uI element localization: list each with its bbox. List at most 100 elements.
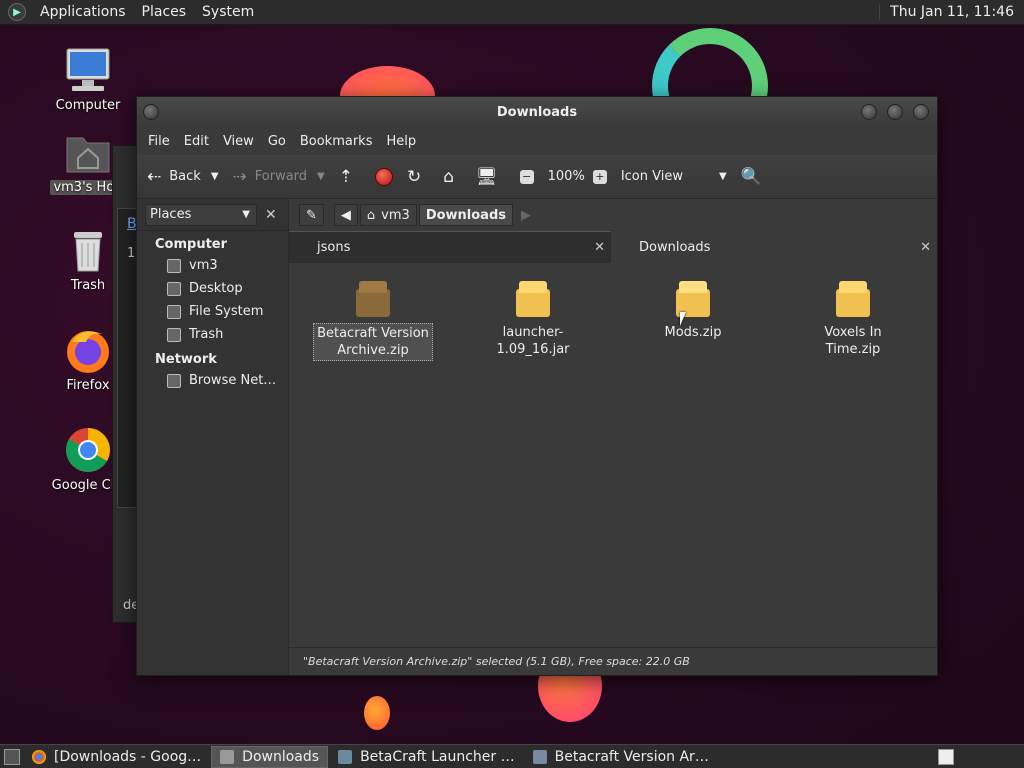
menu-help[interactable]: Help bbox=[379, 134, 423, 149]
top-panel: ▶ Applications Places System Thu Jan 11,… bbox=[0, 0, 1024, 25]
tab-jsons[interactable]: jsons ✕ bbox=[289, 231, 611, 263]
archive-manager-icon bbox=[532, 749, 547, 764]
sidebar-selector[interactable]: Places ▼ bbox=[145, 203, 257, 226]
window-titlebar[interactable]: Downloads bbox=[137, 97, 937, 127]
sidebar-header: Places ▼ ✕ bbox=[137, 199, 288, 231]
status-bar: "Betacraft Version Archive.zip" selected… bbox=[289, 647, 937, 675]
view-mode-select[interactable]: Icon View ▼ bbox=[621, 169, 727, 184]
stop-icon bbox=[375, 167, 393, 186]
desktop-icon-computer[interactable]: Computer bbox=[38, 46, 138, 113]
menubar: File Edit View Go Bookmarks Help bbox=[137, 127, 937, 155]
folder-icon bbox=[220, 749, 235, 764]
minimize-button[interactable] bbox=[861, 104, 877, 120]
stop-button[interactable] bbox=[375, 167, 393, 186]
home-folder-icon bbox=[64, 128, 112, 176]
path-scroll-right-button[interactable]: ▶ bbox=[515, 204, 537, 226]
back-button[interactable]: ⇠ Back ▼ bbox=[147, 167, 219, 187]
show-desktop-icon[interactable] bbox=[4, 748, 20, 765]
chrome-icon bbox=[64, 426, 112, 474]
mouse-cursor-icon bbox=[680, 312, 692, 326]
zoom-level[interactable]: 100% bbox=[548, 169, 585, 184]
file-item[interactable]: launcher-1.09_16.jar bbox=[473, 281, 593, 359]
close-tab-icon[interactable]: ✕ bbox=[920, 240, 931, 255]
back-history-dropdown-icon[interactable]: ▼ bbox=[211, 171, 219, 182]
search-button[interactable]: 🔍 bbox=[741, 167, 770, 187]
menu-edit[interactable]: Edit bbox=[177, 134, 216, 149]
taskbar-item[interactable]: [Downloads - Goog… bbox=[24, 746, 209, 768]
window-menu-button[interactable] bbox=[143, 104, 159, 120]
back-label: Back bbox=[169, 169, 201, 184]
panel-clock[interactable]: Thu Jan 11, 11:46 bbox=[879, 4, 1024, 20]
home-icon bbox=[167, 258, 181, 273]
taskbar-item-label: [Downloads - Goog… bbox=[54, 748, 202, 765]
menu-file[interactable]: File bbox=[141, 134, 177, 149]
sidebar: Places ▼ ✕ Computer vm3 Desktop File Sys… bbox=[137, 199, 289, 675]
path-segment-vm3[interactable]: ⌂ vm3 bbox=[359, 204, 417, 226]
file-name: launcher-1.09_16.jar bbox=[496, 325, 570, 357]
zoom-out-icon: − bbox=[519, 169, 534, 184]
tab-label: Downloads bbox=[639, 239, 711, 255]
package-lid bbox=[519, 281, 547, 293]
zoom-in-icon: + bbox=[592, 169, 607, 184]
close-sidebar-icon[interactable]: ✕ bbox=[265, 207, 277, 223]
tab-downloads[interactable]: Downloads ✕ bbox=[611, 231, 937, 263]
chevron-left-icon: ◀ bbox=[340, 207, 351, 223]
zoom-in-button[interactable]: + bbox=[592, 169, 607, 184]
computer-button[interactable]: 🖥 bbox=[476, 167, 506, 187]
sidebar-item-label: Desktop bbox=[189, 281, 243, 296]
chevron-right-icon: ▶ bbox=[521, 207, 532, 223]
network-icon bbox=[167, 373, 181, 388]
menu-applications[interactable]: Applications bbox=[32, 4, 134, 20]
home-icon: ⌂ bbox=[366, 207, 376, 223]
file-item[interactable]: Mods.zip bbox=[633, 281, 753, 342]
taskbar-item[interactable]: BetaCraft Launcher … bbox=[330, 746, 523, 768]
status-text: "Betacraft Version Archive.zip" selected… bbox=[303, 655, 690, 668]
forward-history-dropdown-icon[interactable]: ▼ bbox=[317, 171, 325, 182]
sidebar-item-desktop[interactable]: Desktop bbox=[137, 277, 288, 300]
menu-go[interactable]: Go bbox=[261, 134, 293, 149]
taskbar-item[interactable]: Betacraft Version Ar… bbox=[525, 746, 717, 768]
taskbar-item-active[interactable]: Downloads bbox=[211, 745, 329, 768]
chevron-down-icon: ▼ bbox=[718, 171, 727, 182]
path-segment-downloads[interactable]: Downloads bbox=[418, 204, 514, 226]
close-button[interactable] bbox=[913, 104, 929, 120]
trash-icon bbox=[167, 327, 181, 342]
file-grid[interactable]: Betacraft Version Archive.zip launcher-1… bbox=[289, 263, 937, 643]
file-name: Mods.zip bbox=[664, 325, 722, 340]
distro-logo-icon[interactable]: ▶ bbox=[8, 3, 26, 21]
menu-bookmarks[interactable]: Bookmarks bbox=[293, 134, 380, 149]
main-pane: ✎ ◀ ⌂ vm3 Downloads ▶ jsons ✕ Downloads bbox=[289, 199, 937, 675]
edit-icon: ✎ bbox=[306, 207, 317, 223]
forward-label: Forward bbox=[254, 169, 308, 184]
firefox-icon bbox=[64, 326, 112, 374]
home-icon: ⌂ bbox=[443, 166, 455, 187]
path-bar: ✎ ◀ ⌂ vm3 Downloads ▶ bbox=[289, 199, 937, 231]
reload-button[interactable]: ↻ bbox=[407, 167, 429, 187]
sidebar-item-file-system[interactable]: File System bbox=[137, 300, 288, 323]
reload-icon: ↻ bbox=[407, 166, 422, 187]
maximize-button[interactable] bbox=[887, 104, 903, 120]
menu-view[interactable]: View bbox=[216, 134, 261, 149]
edit-location-button[interactable]: ✎ bbox=[299, 204, 324, 226]
close-tab-icon[interactable]: ✕ bbox=[594, 240, 605, 255]
sidebar-item-label: File System bbox=[189, 304, 264, 319]
workspace-switcher[interactable] bbox=[938, 748, 954, 765]
up-button[interactable]: ⇡ bbox=[339, 167, 361, 187]
forward-button[interactable]: ⇢ Forward ▼ bbox=[233, 167, 325, 187]
file-item[interactable]: Betacraft Version Archive.zip bbox=[313, 281, 433, 361]
archive-icon bbox=[356, 281, 390, 317]
menu-places[interactable]: Places bbox=[134, 4, 195, 20]
wallpaper-shape bbox=[364, 696, 390, 730]
sidebar-item-trash[interactable]: Trash bbox=[137, 323, 288, 346]
path-scroll-left-button[interactable]: ◀ bbox=[333, 204, 358, 226]
file-item[interactable]: Voxels In Time.zip bbox=[793, 281, 913, 359]
menu-system[interactable]: System bbox=[194, 4, 262, 20]
sidebar-item-vm3[interactable]: vm3 bbox=[137, 254, 288, 277]
zoom-out-button[interactable]: − bbox=[519, 169, 534, 184]
tab-bar: jsons ✕ Downloads ✕ bbox=[289, 231, 937, 263]
home-button[interactable]: ⌂ bbox=[443, 167, 462, 187]
sidebar-item-browse-network[interactable]: Browse Net… bbox=[137, 369, 288, 392]
path-segment-label: vm3 bbox=[381, 207, 410, 223]
taskbar-item-label: BetaCraft Launcher … bbox=[360, 748, 515, 765]
desktop-icon-label: Firefox bbox=[66, 378, 110, 393]
